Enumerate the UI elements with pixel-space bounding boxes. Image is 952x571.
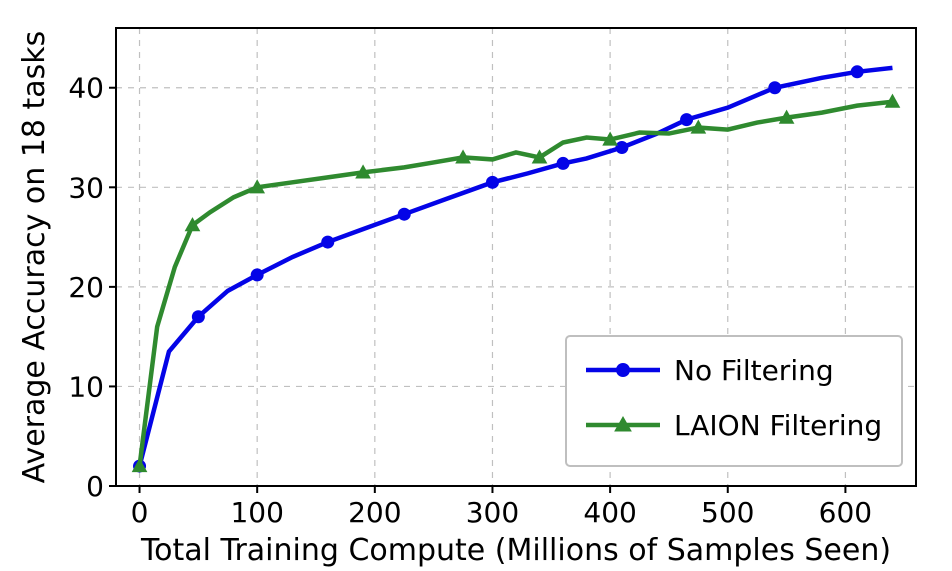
y-axis-label: Average Accuracy on 18 tasks [17, 31, 52, 484]
circle-marker-icon [251, 268, 264, 281]
y-tick-label: 20 [68, 271, 104, 304]
circle-marker-icon [486, 176, 499, 189]
x-tick-labels: 0 100 200 300 400 500 600 [131, 496, 873, 529]
circle-marker-icon [192, 310, 205, 323]
circle-marker-icon [680, 113, 693, 126]
x-tick-label: 500 [701, 496, 754, 529]
line-chart: 0 100 200 300 400 500 600 0 10 20 30 40 … [0, 0, 952, 571]
x-axis-label: Total Training Compute (Millions of Samp… [140, 533, 891, 568]
legend-label: LAION Filtering [674, 409, 882, 442]
circle-marker-icon [398, 208, 411, 221]
x-ticks [140, 486, 846, 493]
x-tick-label: 400 [583, 496, 636, 529]
legend-label: No Filtering [674, 354, 834, 387]
circle-marker-icon [557, 157, 570, 170]
x-tick-label: 0 [131, 496, 149, 529]
circle-marker-icon [768, 81, 781, 94]
chart-container: 0 100 200 300 400 500 600 0 10 20 30 40 … [0, 0, 952, 571]
circle-marker-icon [851, 65, 864, 78]
x-tick-label: 100 [230, 496, 283, 529]
y-ticks [109, 88, 116, 486]
x-tick-label: 200 [348, 496, 401, 529]
legend: No Filtering LAION Filtering [566, 336, 902, 466]
y-tick-label: 10 [68, 370, 104, 403]
circle-marker-icon [616, 363, 630, 377]
circle-marker-icon [615, 141, 628, 154]
y-tick-label: 40 [68, 72, 104, 105]
y-tick-labels: 0 10 20 30 40 [68, 72, 104, 503]
y-tick-label: 0 [86, 470, 104, 503]
x-tick-label: 300 [466, 496, 519, 529]
x-tick-label: 600 [819, 496, 872, 529]
y-tick-label: 30 [68, 171, 104, 204]
circle-marker-icon [321, 236, 334, 249]
